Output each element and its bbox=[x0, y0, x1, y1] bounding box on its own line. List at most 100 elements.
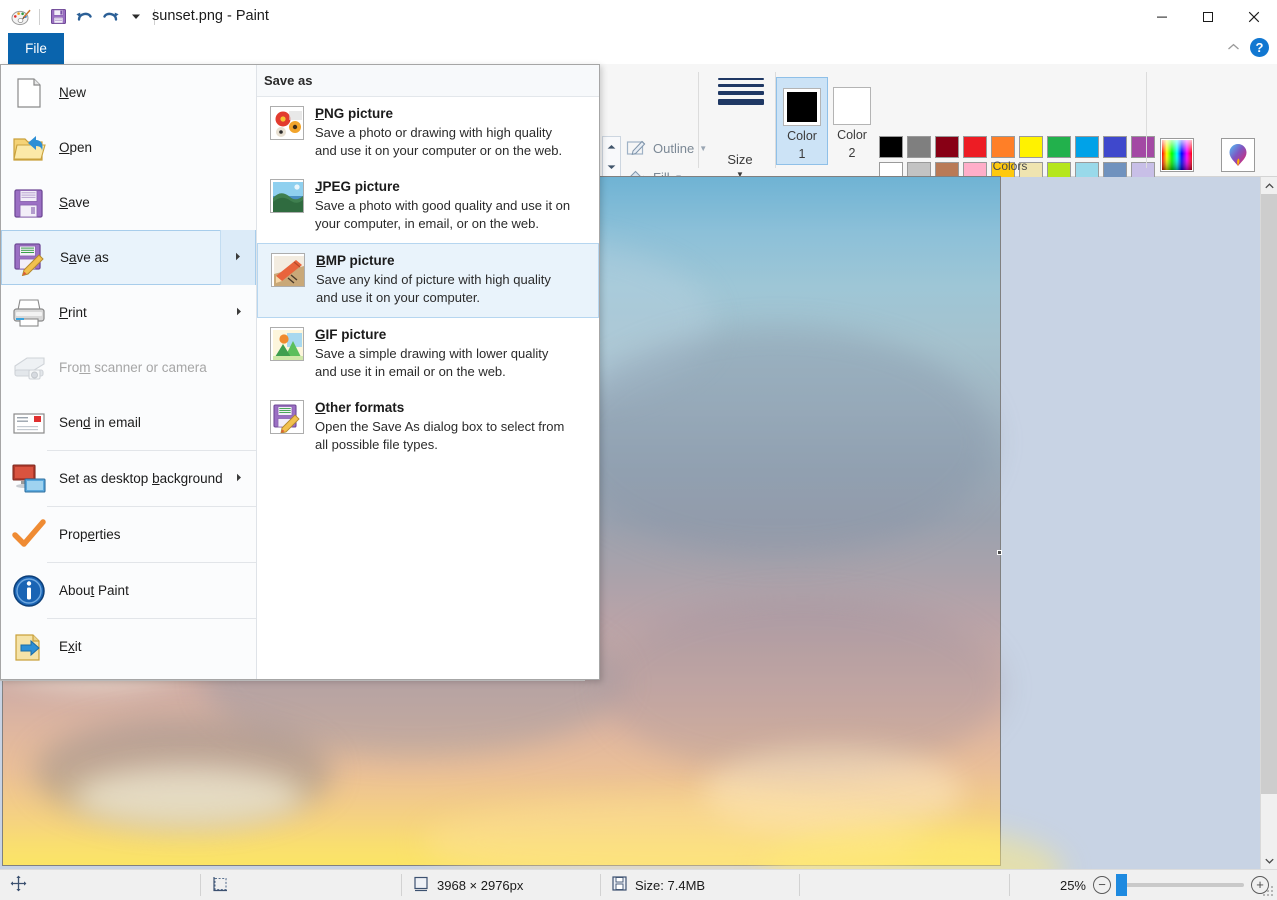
file-menu-item-open[interactable]: Open bbox=[1, 120, 256, 175]
save-as-format-description: Save a simple drawing with lower quality… bbox=[315, 345, 573, 380]
scroll-down-icon[interactable] bbox=[1261, 852, 1277, 869]
shapes-scroll-up-icon[interactable] bbox=[603, 137, 620, 157]
save-as-format-other-formats[interactable]: Other formatsOpen the Save As dialog box… bbox=[257, 391, 599, 464]
maximize-button[interactable] bbox=[1185, 0, 1231, 33]
zoom-slider[interactable] bbox=[1118, 883, 1244, 887]
collapse-ribbon-icon[interactable] bbox=[1225, 40, 1241, 54]
save-as-format-title: Other formats bbox=[315, 400, 573, 415]
save-as-format-gif-picture[interactable]: GIF picture Save a simple drawing with lo… bbox=[257, 318, 599, 391]
close-button[interactable] bbox=[1231, 0, 1277, 33]
save-as-format-list: PNG pictureSave a photo or drawing with … bbox=[257, 97, 599, 464]
file-menu-item-label: About Paint bbox=[59, 583, 129, 598]
save-as-submenu-header: Save as bbox=[257, 65, 599, 97]
zoom-out-button[interactable]: − bbox=[1093, 876, 1111, 894]
selection-size-cell bbox=[201, 870, 401, 900]
save-floppy-icon bbox=[11, 185, 47, 221]
outline-pencil-icon bbox=[626, 138, 648, 158]
help-icon[interactable]: ? bbox=[1250, 38, 1269, 57]
file-menu-item-set-as-desktop-background[interactable]: Set as desktop background bbox=[1, 451, 256, 506]
file-menu-item-label: Save bbox=[59, 195, 90, 210]
new-document-icon bbox=[11, 75, 47, 111]
qat-separator-1 bbox=[39, 9, 40, 25]
jpeg-landscape-icon bbox=[270, 179, 304, 213]
file-menu: New Open Save Save as Print From scanner or c… bbox=[0, 64, 600, 680]
scrollbar-thumb[interactable] bbox=[1261, 194, 1277, 794]
file-menu-item-label: Set as desktop background bbox=[59, 471, 223, 486]
file-menu-item-label: Print bbox=[59, 305, 87, 320]
group-separator-1 bbox=[698, 72, 699, 168]
submenu-arrow-icon bbox=[235, 252, 241, 263]
save-as-format-title: JPEG picture bbox=[315, 179, 573, 194]
save-icon[interactable] bbox=[45, 4, 71, 30]
status-bar: 3968 × 2976px Size: 7.4MB 25% − + bbox=[0, 869, 1277, 900]
save-as-format-title: GIF picture bbox=[315, 327, 573, 342]
palette-swatch-1-8[interactable] bbox=[1073, 134, 1101, 160]
image-dimensions-icon bbox=[412, 875, 430, 896]
shapes-scroll-down-icon[interactable] bbox=[603, 157, 620, 177]
palette-swatch-1-6[interactable] bbox=[1017, 134, 1045, 160]
undo-icon[interactable] bbox=[71, 4, 97, 30]
save-as-format-description: Save a photo or drawing with high qualit… bbox=[315, 124, 573, 159]
scroll-up-icon[interactable] bbox=[1261, 177, 1277, 194]
file-menu-item-label: New bbox=[59, 85, 86, 100]
palette-swatch-1-4[interactable] bbox=[961, 134, 989, 160]
file-menu-item-about-paint[interactable]: About Paint bbox=[1, 563, 256, 618]
color-1-button[interactable]: Color 1 bbox=[776, 77, 828, 165]
desktop-background-icon bbox=[11, 461, 47, 497]
canvas-resize-handle-right[interactable] bbox=[997, 550, 1002, 555]
paint-palette-icon[interactable] bbox=[8, 4, 34, 30]
zoom-slider-thumb[interactable] bbox=[1116, 874, 1127, 896]
palette-swatch-1-5[interactable] bbox=[989, 134, 1017, 160]
paint-3d-icon bbox=[1221, 138, 1255, 172]
file-menu-item-exit[interactable]: Exit bbox=[1, 619, 256, 674]
file-menu-item-save-as[interactable]: Save as bbox=[1, 230, 256, 285]
save-as-format-description: Save any kind of picture with high quali… bbox=[316, 271, 574, 306]
color-2-label-line2: 2 bbox=[849, 146, 856, 161]
window-title: sunset.png - Paint bbox=[152, 0, 269, 33]
properties-checkmark-icon bbox=[11, 517, 47, 553]
size-preview-icon[interactable] bbox=[718, 78, 764, 109]
file-menu-item-properties[interactable]: Properties bbox=[1, 507, 256, 562]
tab-file[interactable]: File bbox=[8, 33, 64, 64]
palette-swatch-1-3[interactable] bbox=[933, 134, 961, 160]
size-label[interactable]: Size bbox=[706, 152, 774, 167]
customize-icon[interactable] bbox=[123, 4, 149, 30]
size-group: Size ▼ bbox=[706, 64, 774, 176]
vertical-scrollbar[interactable] bbox=[1260, 177, 1277, 869]
exit-icon bbox=[11, 629, 47, 665]
redo-icon[interactable] bbox=[97, 4, 123, 30]
other-formats-floppy-icon bbox=[270, 400, 304, 434]
scanner-icon bbox=[11, 350, 47, 386]
outline-label: Outline bbox=[653, 141, 694, 156]
file-menu-item-from-scanner-or-camera: From scanner or camera bbox=[1, 340, 256, 395]
cursor-position-cell bbox=[0, 870, 200, 900]
save-as-format-png-picture[interactable]: PNG pictureSave a photo or drawing with … bbox=[257, 97, 599, 170]
move-cursor-icon bbox=[10, 875, 27, 895]
save-as-format-jpeg-picture[interactable]: JPEG pictureSave a photo with good quali… bbox=[257, 170, 599, 243]
file-menu-item-label: Open bbox=[59, 140, 92, 155]
minimize-button[interactable] bbox=[1139, 0, 1185, 33]
color-2-button[interactable]: Color 2 bbox=[826, 77, 878, 165]
save-as-format-bmp-picture[interactable]: BMP picture Save any kind of picture with… bbox=[257, 243, 599, 318]
file-menu-item-save[interactable]: Save bbox=[1, 175, 256, 230]
title-bar: sunset.png - Paint bbox=[0, 0, 1277, 33]
zoom-controls: 25% − + bbox=[1052, 870, 1269, 900]
resize-grip[interactable] bbox=[1263, 886, 1275, 898]
save-as-format-title: BMP picture bbox=[316, 253, 574, 268]
palette-swatch-1-7[interactable] bbox=[1045, 134, 1073, 160]
file-size-cell: Size: 7.4MB bbox=[601, 870, 799, 900]
file-menu-item-print[interactable]: Print bbox=[1, 285, 256, 340]
palette-swatch-1-1[interactable] bbox=[877, 134, 905, 160]
file-menu-item-new[interactable]: New bbox=[1, 65, 256, 120]
file-menu-item-send-in-email[interactable]: Send in email bbox=[1, 395, 256, 450]
save-as-floppy-icon bbox=[12, 240, 48, 276]
colors-group-label: Colors bbox=[877, 159, 1143, 173]
palette-swatch-1-2[interactable] bbox=[905, 134, 933, 160]
edit-colors-icon bbox=[1160, 138, 1194, 172]
file-size-text: Size: 7.4MB bbox=[635, 878, 705, 893]
file-menu-item-label: From scanner or camera bbox=[59, 360, 207, 375]
palette-swatch-1-9[interactable] bbox=[1101, 134, 1129, 160]
submenu-arrow-icon bbox=[236, 473, 242, 484]
file-menu-item-label: Save as bbox=[60, 250, 109, 265]
outline-button[interactable]: Outline ▼ bbox=[626, 138, 707, 158]
